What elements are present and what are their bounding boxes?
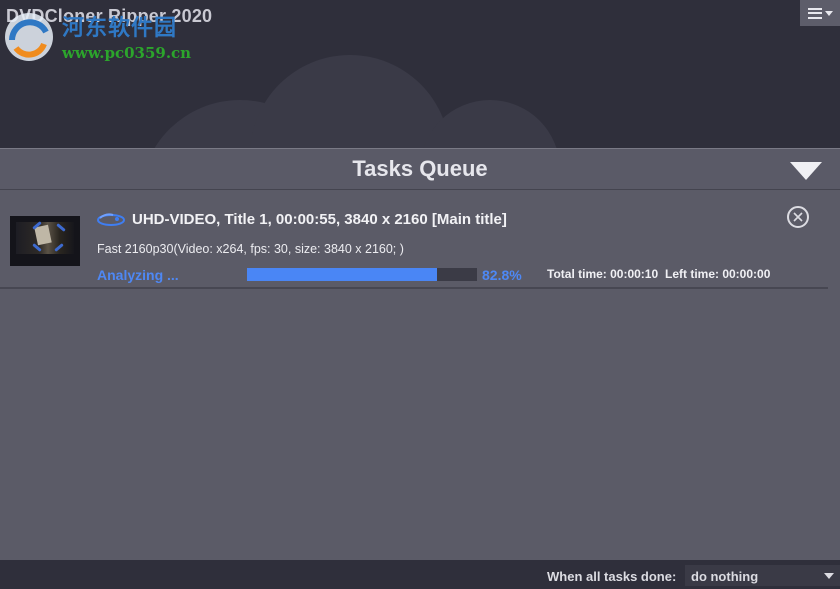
video-thumbnail xyxy=(10,216,80,266)
hamburger-menu-icon xyxy=(807,7,822,19)
title-bar: DVDCloner Ripper 2020 河东软件园 www.pc0359.c… xyxy=(0,0,840,148)
bluray-icon xyxy=(97,213,125,226)
tasks-queue-title: Tasks Queue xyxy=(352,156,488,181)
post-action-value: do nothing xyxy=(691,569,759,584)
watermark-logo-icon xyxy=(5,13,53,61)
background-cloud-shape xyxy=(420,100,560,148)
task-list: UHD-VIDEO, Title 1, 00:00:55, 3840 x 216… xyxy=(0,190,840,560)
chevron-down-icon xyxy=(824,573,834,579)
task-progress-percent: 82.8% xyxy=(482,267,522,283)
caret-down-icon xyxy=(824,10,833,16)
task-status: Analyzing ... xyxy=(97,267,179,283)
status-footer: When all tasks done: do nothing xyxy=(0,560,840,589)
watermark-url: www.pc0359.cn xyxy=(62,44,192,62)
task-item[interactable]: UHD-VIDEO, Title 1, 00:00:55, 3840 x 216… xyxy=(0,190,828,289)
post-action-label: When all tasks done: xyxy=(547,569,677,584)
main-menu-button[interactable] xyxy=(800,0,840,26)
tasks-queue-header: Tasks Queue xyxy=(0,148,840,190)
task-left-time: Left time: 00:00:00 xyxy=(665,267,771,281)
remove-task-button[interactable] xyxy=(787,206,809,228)
task-progress-bar xyxy=(247,268,477,281)
task-output-settings: Fast 2160p30(Video: x264, fps: 30, size:… xyxy=(97,242,404,256)
post-action-select[interactable]: do nothing xyxy=(685,565,840,586)
task-progress-fill xyxy=(247,268,438,281)
task-total-time: Total time: 00:00:10 xyxy=(547,267,659,281)
triangle-down-icon[interactable] xyxy=(790,162,822,180)
watermark-site-name: 河东软件园 xyxy=(62,15,178,41)
background-cloud-shape xyxy=(250,55,450,148)
close-circle-icon xyxy=(793,212,803,222)
task-title: UHD-VIDEO, Title 1, 00:00:55, 3840 x 216… xyxy=(132,211,507,228)
